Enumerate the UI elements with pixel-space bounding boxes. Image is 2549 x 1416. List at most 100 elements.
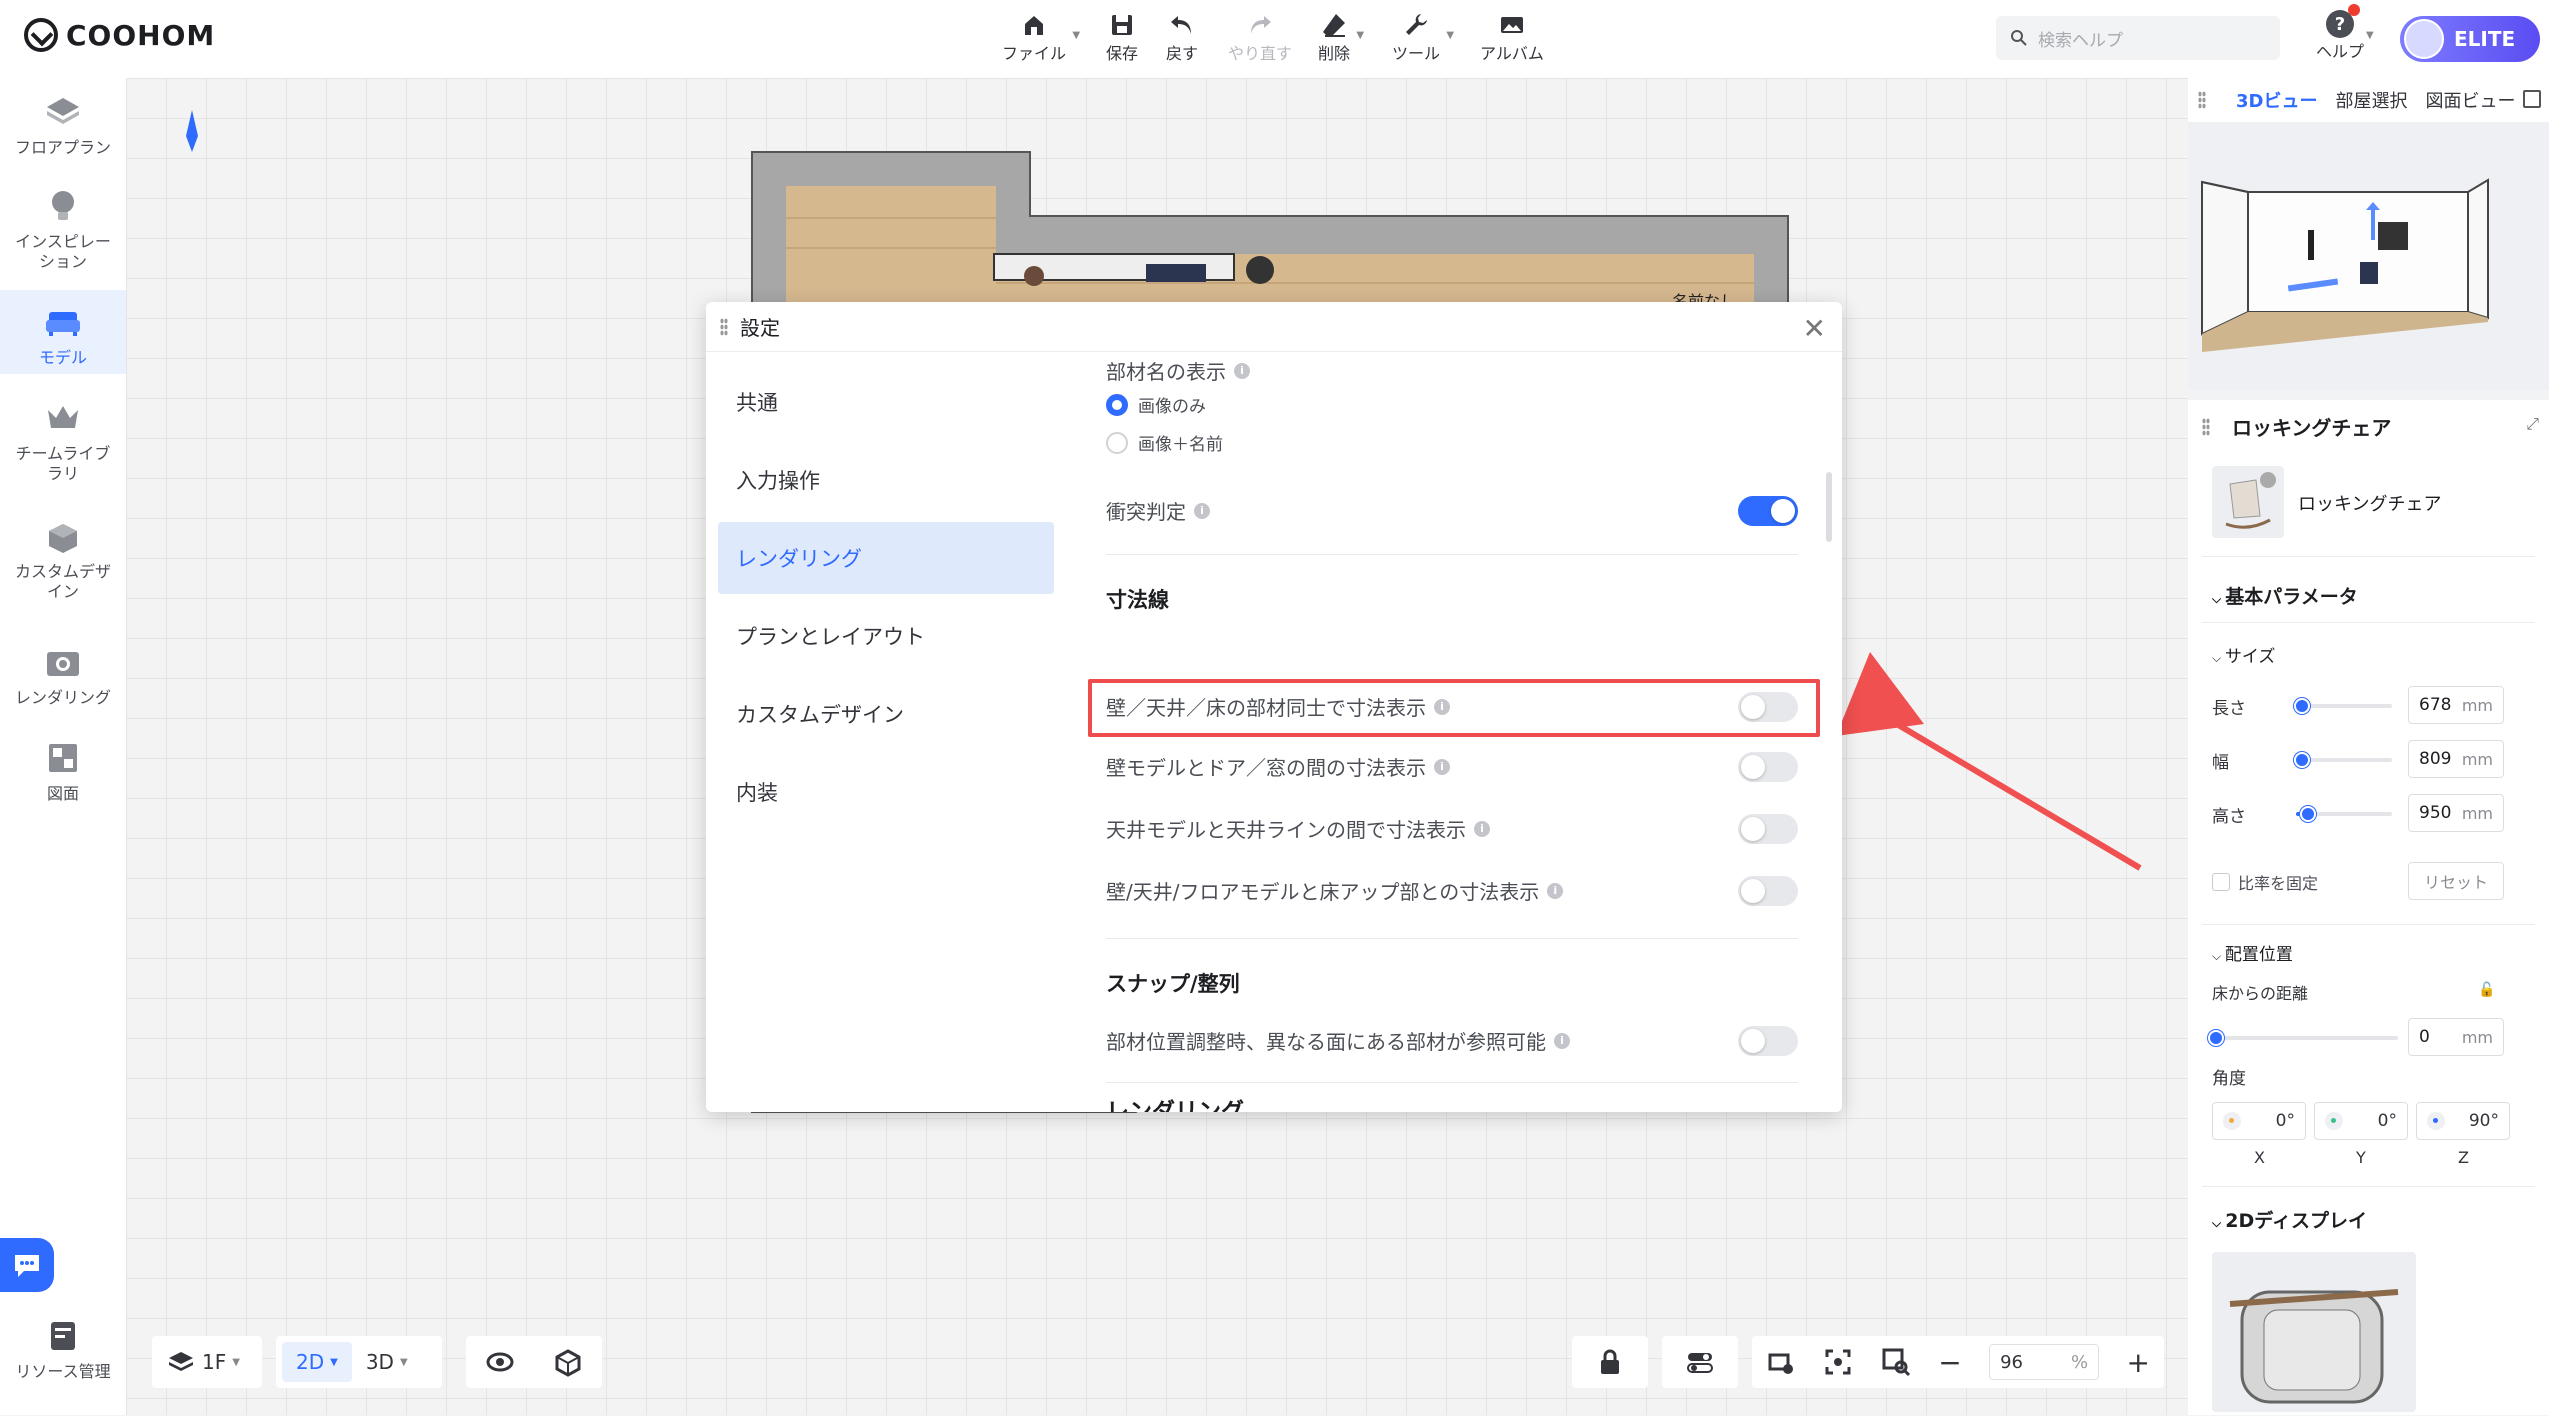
settings-dialog-header[interactable]: 設定 [706, 302, 1842, 352]
scrollbar[interactable] [1826, 472, 1832, 542]
info-icon[interactable]: i [1234, 362, 1250, 379]
slider-handle[interactable] [2293, 752, 2310, 768]
dimension-toggle-4[interactable] [1738, 876, 1798, 906]
file-menu-button[interactable]: ファイル ▼ [1002, 10, 1080, 68]
close-icon[interactable]: ✕ [1803, 312, 1826, 345]
account-badge[interactable]: ELITE [2400, 16, 2540, 62]
sidebar-item-custom-design[interactable]: カスタムデザイン [0, 516, 126, 602]
ratio-lock-checkbox[interactable]: 比率を固定 [2212, 870, 2318, 894]
angle-x-input[interactable]: 0° [2212, 1102, 2306, 1140]
slider-handle[interactable] [2293, 698, 2310, 714]
app-logo[interactable]: COOHOM [24, 18, 215, 52]
redo-button[interactable]: やり直す [1228, 10, 1292, 68]
mode-2d-button[interactable]: 2D ▼ [282, 1342, 352, 1382]
delete-button[interactable]: 削除 ▼ [1318, 10, 1364, 68]
3d-preview[interactable] [2188, 122, 2549, 390]
reset-button[interactable]: リセット [2408, 862, 2504, 900]
view-panel: 3Dビュー 部屋選択 図面ビュー [2188, 78, 2549, 390]
toggle-settings-icon[interactable] [1685, 1347, 1715, 1377]
length-slider[interactable] [2293, 698, 2392, 714]
position-section[interactable]: ⌵ 配置位置 [2212, 940, 2293, 965]
fit-view-icon[interactable] [1823, 1347, 1853, 1377]
save-button[interactable]: 保存 [1106, 10, 1138, 68]
sidebar-item-inspiration[interactable]: インスピレーション [0, 186, 126, 272]
angle-z-input[interactable]: 90° [2416, 1102, 2510, 1140]
height-input[interactable]: 950 mm [2408, 794, 2504, 832]
sidebar-item-team-library[interactable]: チームライブラリ [0, 398, 126, 484]
sidebar-item-rendering[interactable]: レンダリング [0, 642, 126, 708]
basic-params-section[interactable]: ⌵ 基本パラメータ [2212, 582, 2358, 609]
dimension-toggle-3[interactable] [1738, 814, 1798, 844]
radio-image-and-name[interactable]: 画像＋名前 [1106, 430, 1223, 455]
cube-icon[interactable] [553, 1347, 583, 1377]
floor-distance-slider[interactable] [2208, 1030, 2398, 1046]
width-input[interactable]: 809 mm [2408, 740, 2504, 778]
display-2d-section[interactable]: ⌵ 2Dディスプレイ [2212, 1206, 2367, 1233]
sidebar-item-drawing[interactable]: 図面 [0, 738, 126, 804]
slider-handle[interactable] [2208, 1030, 2224, 1046]
info-icon[interactable]: i [1434, 758, 1450, 775]
width-slider[interactable] [2293, 752, 2392, 768]
drag-handle-icon[interactable] [720, 317, 728, 336]
settings-title: 設定 [740, 316, 780, 340]
zoom-input[interactable]: 96% [1989, 1344, 2100, 1380]
settings-nav-input[interactable]: 入力操作 [718, 444, 1054, 516]
properties-header[interactable]: ロッキングチェア [2202, 412, 2391, 441]
snap-toggle[interactable] [1738, 1026, 1798, 1056]
tab-3d-view[interactable]: 3Dビュー [2236, 87, 2317, 113]
tab-room-select[interactable]: 部屋選択 [2335, 87, 2407, 113]
chat-button[interactable] [0, 1238, 54, 1292]
settings-nav-custom-design[interactable]: カスタムデザイン [718, 678, 1054, 750]
help-button[interactable]: ? ヘルプ [2316, 4, 2364, 62]
floor-distance-input[interactable]: 0 mm [2408, 1018, 2504, 1056]
dimension-toggle-1[interactable] [1738, 692, 1798, 722]
chevron-down-icon[interactable]: ▼ [2366, 30, 2374, 41]
lightbulb-icon [52, 191, 74, 220]
sidebar-item-model[interactable]: モデル [0, 290, 126, 374]
sidebar-item-floorplan[interactable]: フロアプラン [0, 92, 126, 158]
zoom-out-button[interactable]: − [1938, 1346, 1961, 1379]
undo-button[interactable]: 戻す [1166, 10, 1198, 68]
zoom-area-icon[interactable] [1881, 1347, 1911, 1377]
settings-nav-interior[interactable]: 内装 [718, 756, 1054, 828]
search-help-input[interactable]: 検索ヘルプ [1996, 16, 2280, 60]
expand-view-icon[interactable] [2523, 90, 2541, 108]
lock-icon[interactable] [1595, 1347, 1625, 1377]
size-section[interactable]: ⌵ サイズ [2212, 642, 2275, 667]
floor-selector[interactable]: 1F ▼ [152, 1336, 262, 1388]
radio-image-only[interactable]: 画像のみ [1106, 392, 1206, 417]
redo-icon [1251, 16, 1271, 34]
drag-handle-icon[interactable] [2198, 91, 2206, 109]
album-button[interactable]: アルバム [1480, 10, 1544, 68]
item-thumbnail[interactable] [2212, 466, 2284, 538]
length-input[interactable]: 678 mm [2408, 686, 2504, 724]
slider-handle[interactable] [2299, 806, 2316, 822]
eye-icon[interactable] [485, 1347, 515, 1377]
sidebar-item-resource-manager[interactable]: リソース管理 [0, 1316, 126, 1382]
drag-handle-icon[interactable] [2202, 417, 2210, 436]
info-icon[interactable]: i [1547, 882, 1564, 899]
settings-nav-common[interactable]: 共通 [718, 366, 1054, 438]
lock-icon[interactable]: 🔓 [2478, 982, 2495, 998]
info-icon[interactable]: i [1554, 1032, 1570, 1049]
tab-drawing-view[interactable]: 図面ビュー [2425, 87, 2515, 113]
logo-icon [24, 18, 58, 52]
resource-icon [51, 1322, 75, 1350]
collision-toggle[interactable] [1738, 496, 1798, 526]
dimension-toggle-2[interactable] [1738, 752, 1798, 782]
tools-menu-button[interactable]: ツール ▼ [1392, 10, 1454, 68]
settings-nav-rendering[interactable]: レンダリング [718, 522, 1054, 594]
info-icon[interactable]: i [1434, 698, 1450, 715]
info-icon[interactable]: i [1194, 502, 1210, 519]
info-icon[interactable]: i [1474, 820, 1490, 837]
2d-display-preview[interactable] [2212, 1252, 2416, 1412]
view-settings-icon[interactable] [1766, 1347, 1796, 1377]
divider [2202, 556, 2535, 557]
zoom-in-button[interactable]: + [2127, 1346, 2150, 1379]
settings-nav-plan-layout[interactable]: プランとレイアウト [718, 600, 1054, 672]
divider [1106, 554, 1798, 555]
mode-3d-button[interactable]: 3D ▼ [352, 1350, 422, 1374]
angle-y-input[interactable]: 0° [2314, 1102, 2408, 1140]
height-slider[interactable] [2296, 806, 2392, 822]
expand-icon[interactable]: ⤢ [2526, 414, 2539, 434]
